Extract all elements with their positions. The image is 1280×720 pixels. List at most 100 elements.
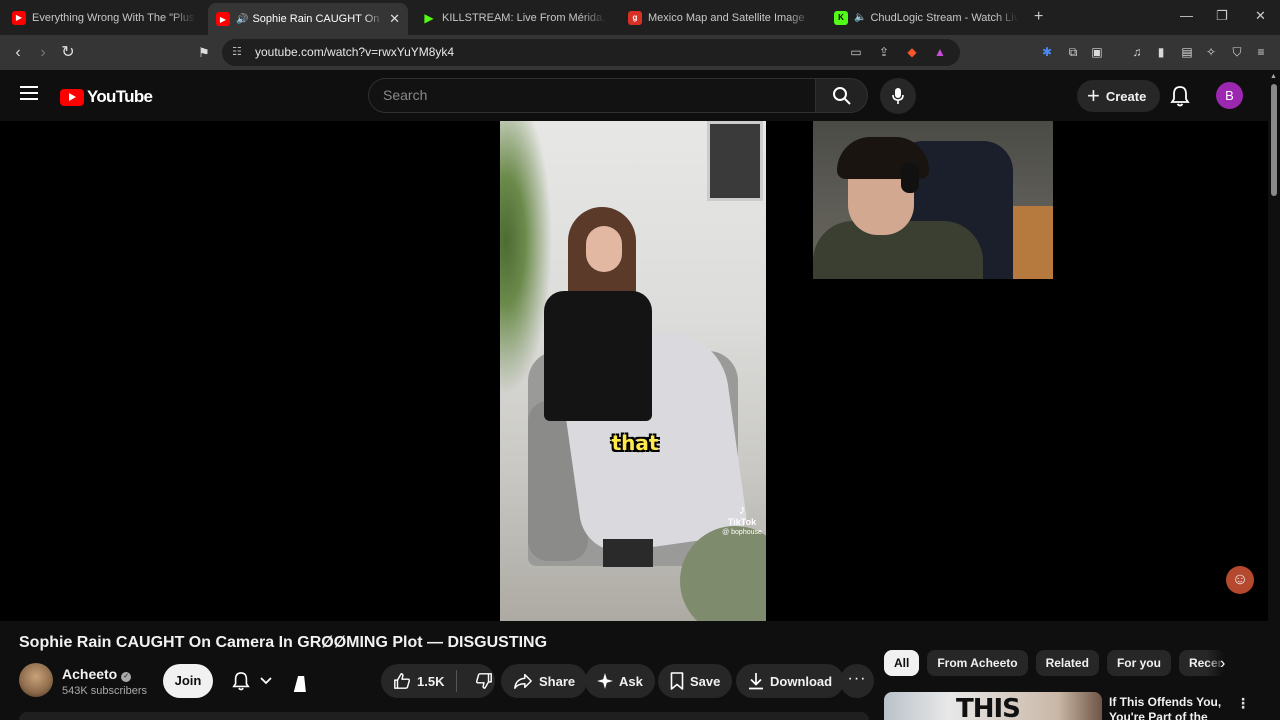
thumbnail-text: THIS [956, 694, 1021, 720]
media-icon[interactable]: ♫ [1129, 44, 1145, 60]
browser-tab-strip: ▶ Everything Wrong With The "Plus Size ▶… [0, 0, 1280, 35]
minimize-icon[interactable]: — [1180, 8, 1193, 23]
extension-icon[interactable]: ✱ [1039, 44, 1055, 60]
download-label: Download [770, 673, 833, 689]
more-actions-icon[interactable]: ··· [840, 664, 874, 698]
channel-name[interactable]: Acheeto [62, 666, 117, 682]
chip-recent[interactable]: Recent [1178, 650, 1225, 676]
chevron-right-icon[interactable]: › [1220, 655, 1225, 673]
video-caption: that [611, 431, 659, 455]
youtube-logo[interactable]: YouTube [60, 87, 153, 107]
video-player[interactable]: that ♪ TikTok @ bophouse ☺ [0, 121, 1268, 621]
guide-menu-icon[interactable] [20, 86, 38, 100]
thumbs-up-icon [394, 673, 411, 689]
search-button[interactable] [816, 78, 868, 113]
save-button[interactable]: Save [658, 664, 733, 698]
create-button[interactable]: + Create [1077, 80, 1161, 112]
account-avatar[interactable]: B [1216, 82, 1243, 109]
browser-tab-active[interactable]: ▶ 🔊 Sophie Rain CAUGHT On Camera ✕ [208, 3, 408, 35]
search-icon [832, 86, 851, 105]
sidebar-icon[interactable]: ▮ [1153, 44, 1169, 60]
recommended-video-title[interactable]: If This Offends You, You're Part of the [1109, 695, 1229, 720]
youtube-favicon-icon: ▶ [216, 12, 230, 26]
reload-icon[interactable]: ↻ [58, 43, 78, 63]
tiktok-watermark: ♪ TikTok @ bophouse [719, 501, 765, 536]
browser-tab[interactable]: g Mexico Map and Satellite Image [620, 3, 820, 32]
share-label: Share [539, 673, 576, 689]
download-button[interactable]: Download [736, 664, 845, 698]
scroll-up-arrow-icon[interactable]: ▲ [1270, 73, 1277, 80]
bookmark-save-icon [670, 672, 684, 690]
channel-name-row[interactable]: Acheeto ✓ [62, 666, 132, 682]
tab-title: KILLSTREAM: Live From Mérida, M [442, 11, 606, 24]
tab-title: ChudLogic Stream - Watch Live o [870, 11, 1018, 24]
youtube-favicon-icon: ▶ [12, 10, 26, 25]
forward-icon[interactable]: › [33, 43, 53, 63]
close-tab-icon[interactable]: ✕ [389, 11, 400, 27]
tiktok-handle: @ bophouse [722, 529, 762, 536]
search-box[interactable] [368, 78, 816, 113]
extensions-puzzle-icon[interactable]: ⧉ [1065, 44, 1081, 60]
brave-shields-icon[interactable]: ◆ [904, 44, 920, 60]
ask-button[interactable]: Ask [585, 664, 655, 698]
wallet-icon[interactable]: ▣ [1089, 44, 1105, 60]
address-bar[interactable]: ☷ youtube.com/watch?v=rwxYuYM8yk4 ▭ ⇪ ◆ … [222, 39, 960, 66]
channel-avatar[interactable] [19, 663, 53, 697]
vpn-shield-icon[interactable]: ⛉ [1229, 44, 1245, 60]
page-scrollbar[interactable]: ▲ [1268, 70, 1280, 720]
torso-shape [544, 291, 652, 421]
menu-icon[interactable]: ≡ [1253, 44, 1269, 60]
scrollbar-thumb[interactable] [1271, 84, 1277, 196]
tiktok-logo-icon: ♪ [738, 501, 746, 517]
browser-tab[interactable]: K 🔈 ChudLogic Stream - Watch Live o [826, 3, 1026, 32]
logo-text: YouTube [87, 87, 153, 106]
browser-tab[interactable]: ▶ Everything Wrong With The "Plus Size [4, 3, 204, 32]
subscription-button[interactable] [222, 664, 282, 698]
mouse-cursor [293, 676, 311, 692]
sparkle-icon [597, 673, 613, 689]
speaker-icon[interactable]: 🔈 [854, 12, 866, 23]
chip-all[interactable]: All [884, 650, 920, 676]
microphone-icon [892, 88, 904, 104]
leo-ai-icon[interactable]: ✧ [1203, 44, 1219, 60]
search-input[interactable] [383, 87, 803, 103]
new-tab-icon[interactable]: + [1034, 8, 1043, 26]
like-count: 1.5K [417, 673, 445, 689]
chip-related[interactable]: Related [1035, 650, 1099, 676]
tab-title: Everything Wrong With The "Plus Size [32, 11, 196, 24]
close-window-icon[interactable]: ✕ [1255, 8, 1266, 24]
speaker-icon[interactable]: 🔊 [236, 14, 248, 25]
share-button[interactable]: Share [501, 664, 588, 698]
notifications-bell-icon[interactable] [1170, 85, 1190, 107]
face-shape [586, 226, 622, 272]
description-box-edge [19, 712, 869, 720]
recommended-more-icon[interactable]: ⋮ [1236, 695, 1250, 712]
brave-rewards-icon[interactable]: ▲ [932, 44, 948, 60]
back-icon[interactable]: ‹ [8, 43, 28, 63]
plus-icon: + [1087, 83, 1100, 108]
subscriber-count: 543K subscribers [62, 685, 147, 697]
voice-search-button[interactable] [880, 78, 916, 114]
browser-tab[interactable]: ▶ KILLSTREAM: Live From Mérida, M [414, 3, 614, 32]
youtube-play-icon [60, 88, 84, 106]
join-button[interactable]: Join [163, 664, 213, 698]
tab-title: Sophie Rain CAUGHT On Camera [252, 13, 383, 25]
cabinet-shape [1008, 206, 1053, 279]
save-label: Save [690, 673, 721, 689]
dislike-button[interactable] [463, 672, 493, 690]
share-icon[interactable]: ⇪ [876, 44, 892, 60]
restore-icon[interactable]: ❐ [1216, 8, 1228, 24]
tiktok-clip-frame [500, 121, 766, 621]
chevron-down-icon [260, 677, 272, 685]
verified-badge-icon: ✓ [121, 672, 132, 682]
emoji-reaction-icon[interactable]: ☺ [1226, 566, 1254, 594]
url-text[interactable]: youtube.com/watch?v=rwxYuYM8yk4 [255, 45, 454, 59]
like-button[interactable]: 1.5K [381, 670, 458, 692]
recommended-video-thumbnail[interactable]: THIS [884, 692, 1102, 720]
wallet-card-icon[interactable]: ▤ [1179, 44, 1195, 60]
site-info-icon[interactable]: ☷ [232, 45, 242, 58]
cast-icon[interactable]: ▭ [848, 44, 864, 60]
chip-for-you[interactable]: For you [1106, 650, 1171, 676]
bookmark-icon[interactable]: ⚑ [194, 43, 214, 63]
chip-from-channel[interactable]: From Acheeto [927, 650, 1028, 676]
